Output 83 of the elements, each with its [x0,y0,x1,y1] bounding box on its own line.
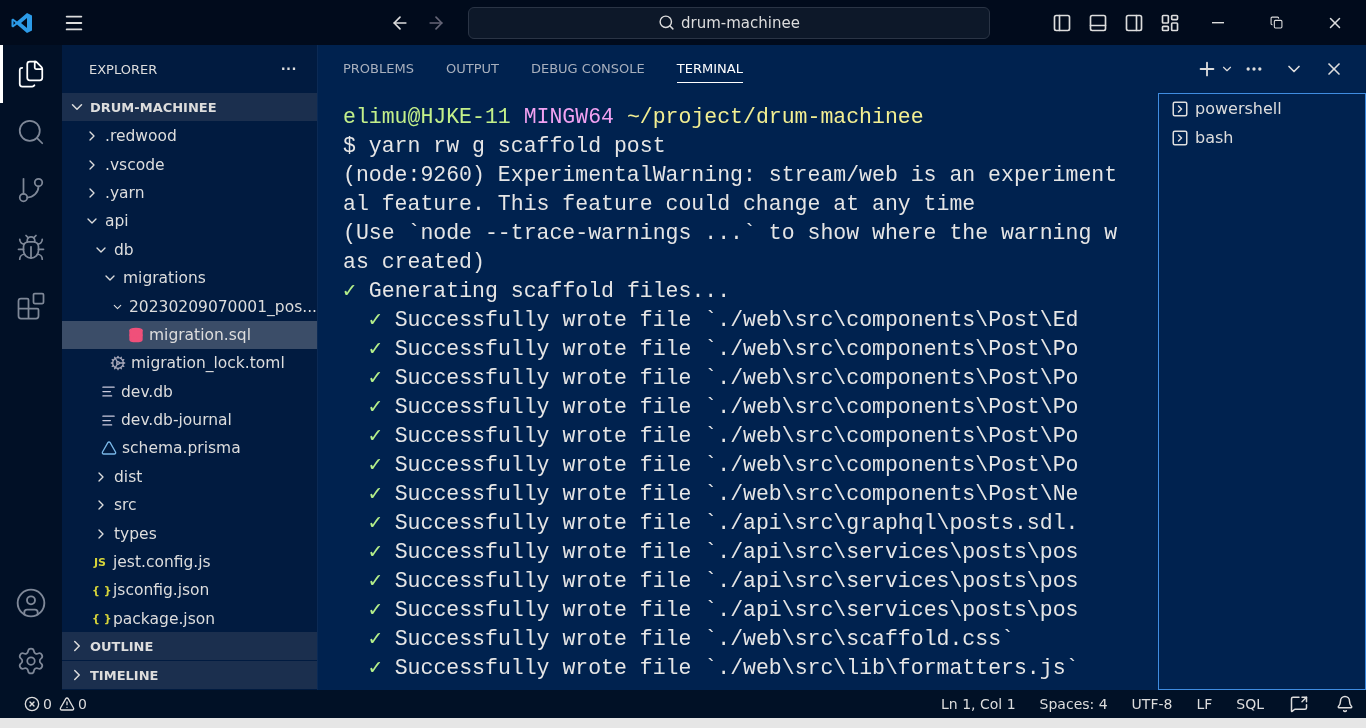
search-icon [658,14,676,31]
terminal-line: (Use `node --trace-warnings ...` to show where the warning w [343,220,1119,247]
terminal-item[interactable]: bash [1159,123,1365,152]
file-item[interactable]: dev.db [62,377,317,406]
layout-icon [1160,12,1180,33]
terminal-line: ✓ Successfully wrote file `./web\src\components\Post\Po [367,452,1080,479]
terminal-line: ✓ Successfully wrote file `./web\src\components\Post\Ne [367,481,1080,508]
panel-right-icon [1124,12,1144,33]
terminal-line: ✓ Successfully wrote file `./web\src\scaffold.css` [367,626,1015,653]
bug-icon [16,233,46,263]
triangle-icon [101,440,117,457]
folder-item[interactable]: src [62,491,317,520]
folder-item[interactable]: 20230209070001_pos... [62,292,317,321]
terminal-line: ✓ Successfully wrote file `./web\src\lib\formatters.js` [367,655,1080,682]
panel-tab[interactable]: TERMINAL [676,55,743,83]
restore-icon [1269,16,1283,29]
terminal-line: $ yarn rw g scaffold post [343,133,667,160]
panel-bottom-icon [1088,12,1108,33]
gear-icon [110,355,126,372]
feedback-icon[interactable] [1290,695,1308,713]
terminal-line: ✓ Successfully wrote file `./api\src\services\posts\pos [367,539,1080,566]
folder-item[interactable]: .yarn [62,178,317,208]
branch-icon [16,175,46,205]
terminal-item[interactable]: powershell [1159,94,1365,123]
command-search-field[interactable]: drum-machinee [468,6,990,39]
more-button[interactable]: ··· [281,60,297,78]
terminal-line: ✓ Successfully wrote file `./web\src\components\Post\Po [367,336,1080,363]
panel-tab[interactable]: DEBUG CONSOLE [530,55,645,83]
folder-item[interactable]: .vscode [62,150,317,179]
database-icon [128,326,144,343]
file-item[interactable]: migration.sql [62,320,317,350]
terminal-line: (node:9260) ExperimentalWarning: stream/web is an experiment [343,162,1119,189]
sidebar-title: EXPLORER [89,61,158,77]
terminal-line: ✓ Successfully wrote file `./api\src\services\posts\pos [367,568,1080,595]
account-icon [15,587,47,619]
terminal-line: ✓ Successfully wrote file `./web\src\components\Post\Ed [367,307,1080,334]
terminal-line: ✓ Successfully wrote file `./api\src\graphql\posts.sdl. [367,510,1080,537]
settings-icon [16,646,46,676]
section-header[interactable]: DRUM-MACHINEE [62,93,317,122]
file-item[interactable]: dev.db-journal [62,405,317,435]
panel-tab[interactable]: PROBLEMS [343,55,414,83]
file-type-icon: JS [92,555,108,569]
status-item[interactable]: SQL [1232,696,1268,712]
file-item[interactable]: migration_lock.toml [62,349,317,378]
search-icon [16,117,46,147]
blocks-icon [16,291,46,321]
terminal-line: ✓ Successfully wrote file `./web\src\components\Post\Po [367,394,1080,421]
file-item[interactable]: schema.prisma [62,434,317,463]
terminal-line: elimu@HJKE-11 MINGW64 ~/project/drum-machinee [343,104,925,131]
terminal-line: as created) [343,249,486,276]
folder-item[interactable]: migrations [62,263,317,293]
bell-icon[interactable] [1336,695,1354,713]
section-header[interactable]: OUTLINE [62,632,317,661]
warning-icon [58,696,75,712]
lines-icon [101,384,116,400]
terminal-line: ✓ Generating scaffold files... [343,278,732,305]
status-item[interactable]: Spaces: 4 [1035,696,1112,712]
status-item[interactable]: LF [1192,696,1217,712]
error-icon [24,696,40,712]
problems-indicator[interactable]: 0 0 [20,696,91,712]
status-item[interactable]: UTF-8 [1127,696,1177,712]
terminal-line: ✓ Successfully wrote file `./web\src\components\Post\Po [367,423,1080,450]
status-item[interactable]: Ln 1, Col 1 [937,696,1020,712]
terminal-line: ✓ Successfully wrote file `./api\src\services\posts\pos [367,597,1080,624]
terminal-line: al feature. This feature could change at any time [343,191,977,218]
folder-item[interactable]: types [62,519,317,548]
folder-item[interactable]: dist [62,462,317,492]
app-logo [10,10,34,35]
folder-item[interactable]: db [62,235,317,264]
lines-icon [101,412,116,428]
folder-item[interactable]: .redwood [62,122,317,151]
terminal-icon [1171,99,1189,118]
terminal-icon [1171,128,1189,147]
minimize-icon [1212,21,1224,24]
panel-tab[interactable]: OUTPUT [445,55,499,83]
file-item[interactable]: { }jsconfig.json [62,576,317,605]
folder-item[interactable]: api [62,207,317,236]
files-icon [16,59,46,89]
file-item[interactable]: { }package.json [62,604,317,632]
file-item[interactable]: JS jest.config.js [62,547,317,577]
panel-left-icon [1052,12,1072,33]
section-header[interactable]: TIMELINE [62,661,317,690]
terminal-line: ✓ Successfully wrote file `./web\src\components\Post\Po [367,365,1080,392]
